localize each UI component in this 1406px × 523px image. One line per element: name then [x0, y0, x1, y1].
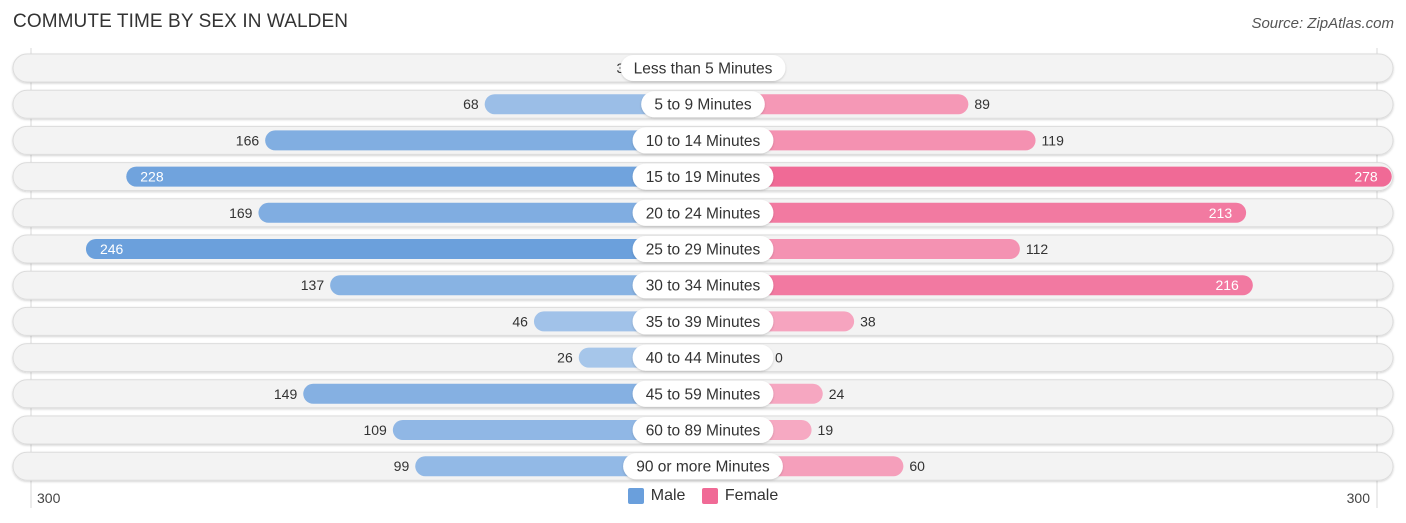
category-label: 60 to 89 Minutes: [646, 423, 761, 440]
legend: Male Female: [0, 487, 1406, 509]
chart-row: 46 38 35 to 39 Minutes: [12, 306, 1394, 336]
chart-row: 109 19 60 to 89 Minutes: [12, 415, 1394, 445]
chart-row: 228 278 15 to 19 Minutes: [12, 162, 1394, 192]
chart-row: 166 119 10 to 14 Minutes: [12, 125, 1394, 155]
legend-swatch-male: [627, 488, 644, 504]
value-label-male: 149: [274, 386, 298, 402]
chart-row: 137 216 30 to 34 Minutes: [12, 270, 1394, 300]
value-label-male: 26: [557, 350, 573, 366]
category-label: 40 to 44 Minutes: [646, 350, 761, 367]
bar-male: [85, 239, 703, 259]
chart-row: 68 89 5 to 9 Minutes: [12, 89, 1394, 119]
category-label: 90 or more Minutes: [636, 459, 770, 476]
bar-female: [703, 275, 1253, 296]
chart-row: 99 60 90 or more Minutes: [12, 451, 1394, 481]
value-label-female: 89: [974, 96, 990, 112]
value-label-male: 166: [236, 132, 260, 148]
category-label: 30 to 34 Minutes: [646, 278, 761, 295]
value-label-male: 109: [363, 422, 387, 438]
value-label-female: 213: [1209, 205, 1233, 221]
value-label-male: 46: [512, 313, 528, 329]
category-label: 15 to 19 Minutes: [646, 169, 761, 186]
value-label-female: 19: [818, 422, 834, 438]
value-label-male: 246: [100, 241, 124, 257]
value-label-male: 137: [301, 277, 325, 293]
chart-row: 149 24 45 to 59 Minutes: [12, 379, 1394, 409]
legend-item-female: Female: [701, 487, 779, 505]
bar-female: [703, 166, 1392, 187]
chart-area: 30Less than 5 Minutes 68 89 5 to 9 Minutes 1…: [12, 48, 1394, 508]
bar-male: [126, 166, 703, 187]
chart-row: 169 213 20 to 24 Minutes: [12, 198, 1394, 228]
value-label-male: 228: [140, 169, 164, 185]
chart-row: 26 0 40 to 44 Minutes: [12, 343, 1394, 373]
chart-row: 30Less than 5 Minutes: [12, 53, 1394, 83]
value-label-male: 169: [229, 205, 253, 221]
category-label: 25 to 29 Minutes: [646, 242, 761, 259]
value-label-male: 99: [394, 458, 410, 474]
value-label-female: 24: [829, 386, 845, 402]
value-label-female: 38: [860, 313, 876, 329]
legend-label-male: Male: [650, 487, 686, 504]
value-label-female: 60: [909, 458, 925, 474]
category-label: 5 to 9 Minutes: [654, 97, 752, 114]
value-label-female: 112: [1026, 241, 1049, 257]
legend-label-female: Female: [724, 487, 779, 504]
value-label-female: 216: [1215, 277, 1239, 293]
category-label: 35 to 39 Minutes: [646, 314, 761, 331]
value-label-male: 68: [463, 96, 479, 112]
category-label: 45 to 59 Minutes: [646, 386, 761, 403]
value-label-female: 119: [1042, 132, 1065, 148]
value-label-female: 0: [775, 350, 783, 366]
legend-swatch-female: [701, 488, 718, 504]
category-label: Less than 5 Minutes: [634, 61, 773, 78]
chart-row: 246 112 25 to 29 Minutes: [12, 234, 1394, 264]
bar-female: [703, 202, 1247, 223]
category-label: 20 to 24 Minutes: [646, 205, 761, 222]
category-label: 10 to 14 Minutes: [646, 133, 761, 150]
value-label-female: 278: [1354, 169, 1378, 185]
legend-item-male: Male: [627, 487, 686, 505]
